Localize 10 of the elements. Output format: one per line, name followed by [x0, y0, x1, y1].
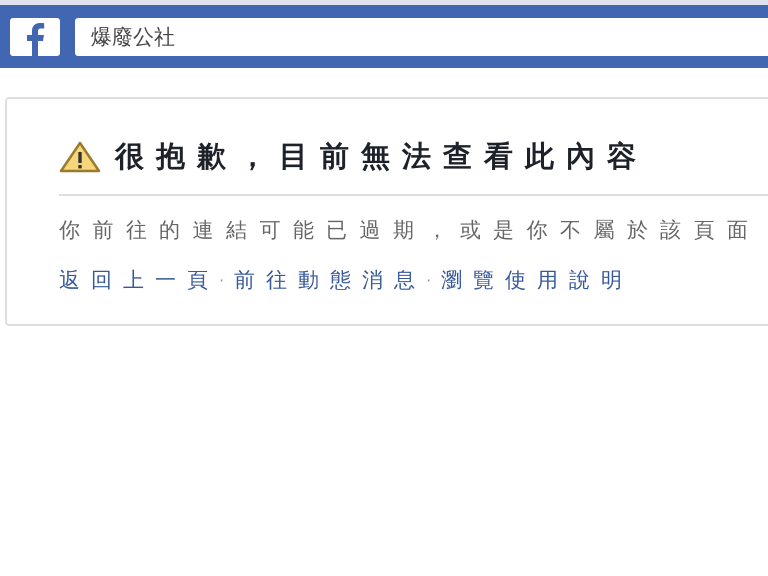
notice-title: 很抱歉，目前無法查看此內容: [115, 138, 648, 175]
separator-dot: ·: [219, 270, 224, 290]
notice-link[interactable]: 瀏覽使用說明: [441, 266, 634, 294]
warning-icon: [59, 141, 101, 173]
logo-icon[interactable]: [10, 18, 60, 56]
separator-dot: ·: [426, 270, 432, 290]
notice-message: 你前往的連結可能已過期，或是你不屬於該頁面: [59, 217, 762, 244]
search-field[interactable]: 爆廢公社: [75, 18, 768, 56]
notice-link[interactable]: 前往動態消息: [234, 266, 426, 294]
notice-link[interactable]: 返回上一頁: [59, 266, 219, 294]
